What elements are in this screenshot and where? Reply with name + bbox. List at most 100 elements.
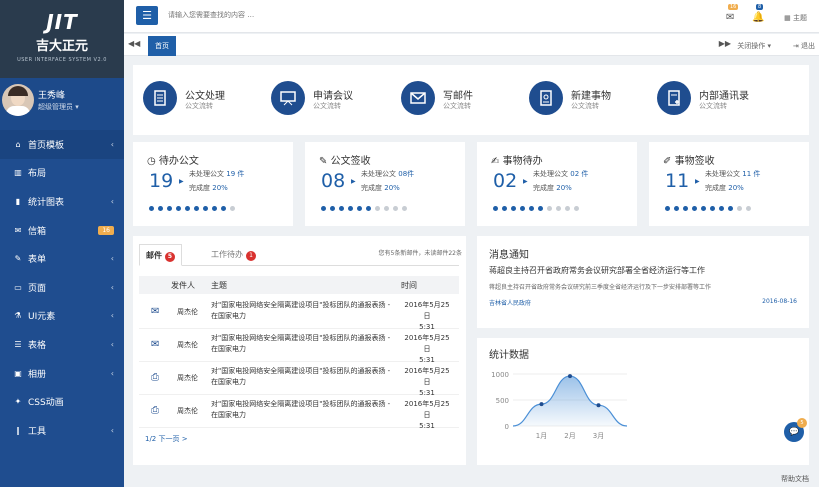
mail-icon	[401, 81, 435, 115]
stat-line-1: 未处理公文 11 件	[705, 170, 761, 178]
bell-icon[interactable]: 🔔	[752, 12, 764, 23]
pagination[interactable]: 1/2 下一页 >	[145, 434, 188, 444]
sidebar-item-2[interactable]: ▮ 统计图表 ‹	[0, 187, 124, 216]
table-row[interactable]: ⎙ 周杰伦 对"国家电投网络安全隔离建设项目"投标团队的通报表扬 - 在国家电力 20…	[139, 395, 459, 430]
progress-dot	[692, 206, 697, 211]
progress-dot	[538, 206, 543, 211]
menu-toggle-button[interactable]: ☰	[136, 6, 158, 25]
chevron-left-icon: ‹	[110, 196, 114, 206]
chevron-left-icon: ‹	[110, 282, 114, 292]
mail-icon[interactable]: ✉	[726, 12, 734, 23]
chat-icon: 💬	[789, 427, 799, 436]
news-date: 2016-08-16	[762, 298, 797, 305]
progress-dot	[230, 206, 235, 211]
sidebar-item-label: 表单	[28, 255, 47, 266]
mail-subject[interactable]: 对"国家电投网络安全隔离建设项目"投标团队的通报表扬 - 在国家电力	[211, 366, 391, 388]
quick-item-title: 公文处理	[185, 91, 225, 102]
sidebar-item-10[interactable]: ‖ 工具 ‹	[0, 416, 124, 445]
theme-button[interactable]: ▦ 主题	[784, 13, 807, 23]
close-actions-dropdown[interactable]: 关闭操作 ▾	[737, 41, 771, 51]
progress-dot	[185, 206, 190, 211]
sidebar-item-5[interactable]: ▭ 页面 ‹	[0, 273, 124, 302]
progress-dot	[665, 206, 670, 211]
sidebar-item-7[interactable]: ☰ 表格 ‹	[0, 330, 124, 359]
progress-dots	[321, 206, 407, 211]
y-tick-label: 500	[496, 397, 509, 405]
id-card-icon	[529, 81, 563, 115]
progress-dot	[502, 206, 507, 211]
quick-item-subtitle: 公文流转	[443, 102, 471, 110]
mail-subject[interactable]: 对"国家电投网络安全隔离建设项目"投标团队的通报表扬 - 在国家电力	[211, 300, 391, 322]
stat-card-task-receipt[interactable]: ✐ 事物签收 11 ▶ 未处理公文 11 件 完成度 20%	[649, 142, 809, 226]
edit-doc-icon: ✍	[491, 156, 500, 167]
picture-icon: ▣	[14, 368, 22, 378]
chevron-left-icon: ‹	[110, 254, 114, 264]
help-link[interactable]: 帮助文档	[781, 474, 809, 484]
clock-icon: ◷	[147, 156, 156, 167]
tab-mail[interactable]: 邮件 5	[139, 244, 182, 266]
mail-subject[interactable]: 对"国家电投网络安全隔离建设项目"投标团队的通报表扬 - 在国家电力	[211, 333, 391, 355]
document-icon	[143, 81, 177, 115]
progress-dot	[158, 206, 163, 211]
table-row[interactable]: ✉ 周杰伦 对"国家电投网络安全隔离建设项目"投标团队的通报表扬 - 在国家电力 20…	[139, 329, 459, 364]
progress-dot	[565, 206, 570, 211]
mail-sender: 周杰伦	[177, 308, 198, 316]
sidebar-item-4[interactable]: ✎ 表单 ‹	[0, 244, 124, 273]
tab-scroll-right-icon[interactable]: ▶▶	[719, 39, 731, 48]
cutlery-icon: ‖	[16, 425, 20, 435]
sidebar-item-8[interactable]: ▣ 相册 ‹	[0, 359, 124, 388]
table-row[interactable]: ✉ 周杰伦 对"国家电投网络安全隔离建设项目"投标团队的通报表扬 - 在国家电力 20…	[139, 296, 459, 331]
user-role[interactable]: 超级管理员 ▾	[38, 102, 79, 112]
pen-icon: ✎	[319, 156, 328, 167]
progress-dot	[520, 206, 525, 211]
stat-card-doc-receipt[interactable]: ✎ 公文签收 08 ▶ 未处理公文 08件 完成度 20%	[305, 142, 465, 226]
sidebar-item-label: 页面	[28, 283, 47, 294]
progress-dots	[493, 206, 579, 211]
caret-right-icon: ▶	[695, 178, 700, 185]
presentation-icon	[271, 81, 305, 115]
sidebar-item-0[interactable]: ⌂ 首页模板 ‹	[0, 130, 124, 159]
stat-card-task-pending[interactable]: ✍ 事物待办 02 ▶ 未处理公文 02 件 完成度 20%	[477, 142, 637, 226]
progress-dot	[348, 206, 353, 211]
news-body: 蒋超良主持召开省政府常务会议研究前三季度全省经济运行及下一步安排部署等工作	[489, 284, 712, 291]
series-area	[513, 376, 627, 426]
progress-dot	[728, 206, 733, 211]
sidebar-item-3[interactable]: ✉ 信箱 16	[0, 216, 124, 245]
home-icon: ⌂	[15, 139, 21, 149]
progress-dot	[402, 206, 407, 211]
progress-dot	[321, 206, 326, 211]
quick-item-title: 写邮件	[443, 91, 473, 102]
table-row[interactable]: ⎙ 周杰伦 对"国家电投网络安全隔离建设项目"投标团队的通报表扬 - 在国家电力 20…	[139, 362, 459, 397]
tab-work-todo[interactable]: 工作待办 1	[205, 244, 262, 266]
tab-scroll-left-icon[interactable]: ◀◀	[128, 39, 140, 48]
stat-line-1: 未处理公文 19 件	[189, 170, 245, 178]
open-envelope-icon: ⎙	[151, 405, 159, 416]
sidebar-item-badge: 16	[98, 225, 114, 235]
stat-card-pending-docs[interactable]: ◷ 待办公文 19 ▶ 未处理公文 19 件 完成度 20%	[133, 142, 293, 226]
header-time: 时间	[401, 281, 417, 290]
magic-icon: ✦	[14, 397, 22, 407]
sidebar-item-6[interactable]: ⚗ UI元素 ‹	[0, 302, 124, 331]
search-input[interactable]	[168, 11, 368, 19]
edit-icon: ✎	[14, 254, 22, 264]
progress-dot	[357, 206, 362, 211]
sidebar-item-9[interactable]: ✦ CSS动画	[0, 387, 124, 416]
mail-subject[interactable]: 对"国家电投网络安全隔离建设项目"投标团队的通报表扬 - 在国家电力	[211, 399, 391, 421]
progress-dot	[375, 206, 380, 211]
progress-dot	[547, 206, 552, 211]
avatar	[2, 84, 34, 116]
logo-name: 吉大正元	[35, 39, 88, 54]
chevron-left-icon: ‹	[110, 425, 114, 435]
sidebar-item-label: 工具	[28, 426, 47, 437]
news-headline[interactable]: 蒋超良主持召开省政府常务会议研究部署全省经济运行等工作	[489, 265, 705, 276]
user-profile[interactable]: 王秀峰 超级管理员 ▾	[0, 78, 124, 130]
bell-count-badge: 8	[756, 4, 764, 10]
exit-button[interactable]: ⇥ 退出	[793, 41, 815, 51]
desktop-icon: ▭	[14, 282, 22, 292]
tab-home[interactable]: 首页	[148, 36, 176, 56]
caret-right-icon: ▶	[351, 178, 356, 185]
data-point	[539, 402, 544, 407]
sidebar-item-1[interactable]: ▥ 布局	[0, 159, 124, 188]
chevron-left-icon: ‹	[110, 339, 114, 349]
news-source[interactable]: 吉林省人民政府	[489, 298, 531, 307]
